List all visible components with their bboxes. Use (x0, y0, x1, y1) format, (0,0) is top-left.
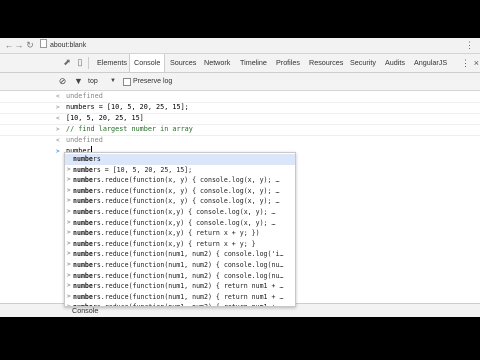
page-icon (40, 39, 47, 48)
suggestion-item[interactable]: > numbers.reduce(function(x, y) { console… (65, 196, 295, 207)
tab-timeline[interactable]: Timeline (240, 54, 267, 72)
suggestion-arrow-icon: > (67, 239, 71, 247)
console-line-text: // find largest number in array (66, 125, 193, 133)
suggestion-text: numbers.reduce(function(x,y) { console.l… (73, 208, 276, 216)
reload-icon[interactable]: ↻ (25, 40, 35, 50)
suggestion-text: numbers.reduce(function(num1, num2) { co… (73, 261, 284, 269)
suggestion-arrow-icon: > (67, 292, 71, 300)
suggestion-text: numbers.reduce(function(num1, num2) { co… (73, 271, 284, 280)
suggestion-item[interactable]: numbers (65, 154, 295, 165)
browser-address-bar: ← → ↻ about:blank ⋮ (0, 38, 480, 54)
url-text: about:blank (50, 42, 87, 49)
suggestion-text: numbers.reduce(function(x,y) { return x … (73, 229, 260, 238)
suggestion-arrow-icon: > (67, 218, 71, 226)
suggestion-arrow-icon: > (67, 208, 71, 215)
tab-elements[interactable]: Elements (97, 54, 127, 72)
devtools-menu-icon[interactable]: ⋮ (461, 56, 470, 70)
suggestion-arrow-icon: > (67, 261, 71, 268)
suggestion-arrow-icon: > (67, 282, 71, 290)
suggestion-text: numbers.reduce(function(num1, num2) { re… (73, 282, 284, 291)
suggestion-text: numbers.reduce(function(x,y) { return x … (73, 239, 256, 248)
suggestion-arrow-icon: > (67, 229, 71, 237)
close-devtools-icon[interactable]: × (474, 56, 479, 70)
suggestion-text: numbers.reduce(function(x, y) { console.… (73, 197, 280, 206)
suggestion-arrow-icon: > (67, 250, 71, 258)
suggestion-item[interactable]: > numbers.reduce(function(num1, num2) { c… (65, 260, 295, 271)
suggestion-text: numbers.reduce(function(x,y) { console.l… (73, 218, 276, 227)
tab-profiles[interactable]: Profiles (276, 54, 300, 72)
suggestion-text: numbers.reduce(function(num1, num2) { re… (73, 302, 283, 306)
suggestion-text: numbers (73, 155, 101, 163)
result-arrow-icon: < (56, 137, 60, 144)
suggestion-arrow-icon: > (67, 186, 71, 194)
suggestion-arrow-icon: > (67, 165, 71, 173)
tab-separator (88, 57, 89, 69)
suggestion-item[interactable]: > numbers.reduce(function(x, y) { console… (65, 175, 295, 186)
tab-resources[interactable]: Resources (309, 54, 343, 72)
suggestion-item[interactable]: >numbers.reduce(function(num1, num2) { r… (65, 302, 295, 307)
suggestion-item[interactable]: > numbers.reduce(function(x,y) { return x… (65, 239, 295, 250)
suggestion-text: numbers.reduce(function(num1, num2) { re… (73, 292, 284, 301)
prompt-icon: > (56, 148, 60, 155)
suggestion-text: numbers = [10, 5, 20, 25, 15]; (73, 165, 193, 174)
suggestion-item[interactable]: > numbers.reduce(function(x,y) { console.… (65, 207, 295, 218)
suggestion-arrow-icon: > (67, 176, 71, 184)
suggestion-item[interactable]: > numbers.reduce(function(x,y) { return x… (65, 228, 295, 239)
suggestion-text: numbers.reduce(function(x, y) { console.… (73, 186, 280, 195)
devtools-tab-bar: ⬈ ▯ Elements Console Sources Network Tim… (0, 54, 480, 73)
console-line-text: numbers = [10, 5, 20, 25, 15]; (66, 103, 189, 111)
tab-sources[interactable]: Sources (170, 54, 196, 72)
console-line-text: [10, 5, 20, 25, 15] (66, 114, 144, 122)
browser-menu-icon[interactable]: ⋮ (465, 39, 474, 51)
tab-security[interactable]: Security (350, 54, 376, 72)
forward-icon[interactable]: → (14, 40, 24, 50)
suggestion-item[interactable]: >numbers.reduce(function(num1, num2) { r… (65, 292, 295, 303)
tab-audits[interactable]: Audits (385, 54, 405, 72)
suggestion-item[interactable]: > numbers.reduce(function(x,y) { console.… (65, 218, 295, 229)
tab-network[interactable]: Network (204, 54, 230, 72)
console-toolbar: ⊘ ▼ top ▼ Preserve log (0, 73, 480, 91)
tab-angularjs[interactable]: AngularJS (414, 54, 447, 72)
suggestion-arrow-icon: > (67, 271, 71, 279)
console-line-text: undefined (66, 92, 103, 100)
address-field[interactable]: about:blank (40, 39, 86, 51)
suggestion-item[interactable]: > numbers = [10, 5, 20, 25, 15]; (65, 165, 295, 176)
back-icon[interactable]: ← (4, 40, 14, 50)
autocomplete-popup: numbers > numbers = [10, 5, 20, 25, 15]; > n… (64, 152, 296, 307)
device-mode-icon[interactable]: ▯ (75, 57, 85, 67)
input-arrow-icon: > (56, 126, 60, 133)
tab-console[interactable]: Console (129, 54, 166, 72)
console-line-text: undefined (66, 136, 103, 144)
suggestion-text: numbers.reduce(function(num1, num2) { co… (73, 250, 284, 259)
context-dropdown-icon[interactable]: ▼ (110, 73, 116, 90)
console-line: < undefined (0, 135, 480, 146)
inspect-element-icon[interactable]: ⬈ (62, 57, 72, 67)
suggestion-text: numbers.reduce(function(x, y) { console.… (73, 176, 280, 185)
suggestion-item[interactable]: > numbers.reduce(function(num1, num2) { c… (65, 271, 295, 282)
suggestion-arrow-icon: > (67, 303, 71, 307)
result-arrow-icon: < (56, 93, 60, 100)
result-arrow-icon: < (56, 115, 60, 122)
clear-console-icon[interactable]: ⊘ (57, 76, 68, 87)
context-selector[interactable]: top (88, 73, 98, 90)
input-arrow-icon: > (56, 104, 60, 111)
suggestion-item[interactable]: > numbers.reduce(function(x, y) { console… (65, 186, 295, 197)
suggestion-item[interactable]: > numbers.reduce(function(num1, num2) { c… (65, 249, 295, 260)
filter-icon[interactable]: ▼ (73, 76, 84, 87)
suggestion-item[interactable]: >numbers.reduce(function(num1, num2) { r… (65, 281, 295, 292)
suggestion-arrow-icon: > (67, 197, 71, 205)
preserve-log-label: Preserve log (133, 78, 173, 85)
preserve-log-checkbox[interactable] (123, 78, 131, 86)
